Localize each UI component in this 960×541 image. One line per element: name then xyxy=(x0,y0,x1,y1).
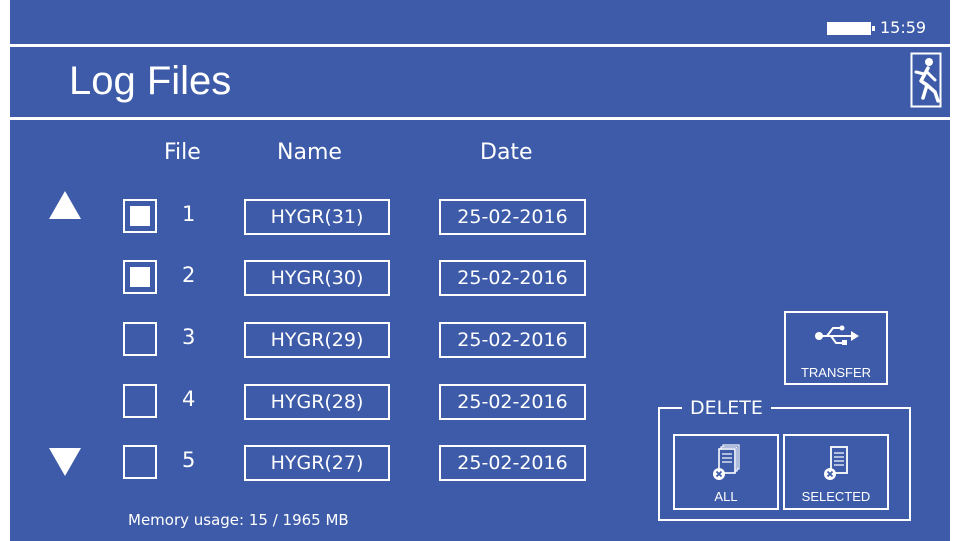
file-number: 5 xyxy=(182,448,196,472)
column-header-name: Name xyxy=(277,140,342,165)
table-row: 5 HYGR(27) 25-02-2016 xyxy=(10,443,650,483)
table-row: 3 HYGR(29) 25-02-2016 xyxy=(10,320,650,360)
file-number: 4 xyxy=(182,387,196,411)
usb-icon xyxy=(815,325,859,345)
column-header-date: Date xyxy=(480,140,533,165)
page-title: Log Files xyxy=(69,59,232,103)
column-header-file: File xyxy=(164,140,201,165)
header-divider-top xyxy=(10,44,950,47)
delete-file-icon xyxy=(824,446,848,480)
delete-all-button[interactable]: ALL xyxy=(673,434,779,510)
table-row: 4 HYGR(28) 25-02-2016 xyxy=(10,382,650,422)
delete-selected-label: SELECTED xyxy=(801,489,871,504)
file-date-cell[interactable]: 25-02-2016 xyxy=(439,384,586,420)
row-checkbox[interactable] xyxy=(123,384,157,418)
row-checkbox[interactable] xyxy=(123,260,157,294)
table-row: 2 HYGR(30) 25-02-2016 xyxy=(10,258,650,298)
file-date-cell[interactable]: 25-02-2016 xyxy=(439,322,586,358)
file-date-cell[interactable]: 25-02-2016 xyxy=(439,199,586,235)
file-name-cell[interactable]: HYGR(31) xyxy=(244,199,390,235)
checkbox-check xyxy=(130,267,150,287)
row-checkbox[interactable] xyxy=(123,322,157,356)
memory-usage: Memory usage: 15 / 1965 MB xyxy=(128,511,349,529)
exit-button[interactable] xyxy=(910,52,942,108)
file-number: 2 xyxy=(182,263,196,287)
delete-selected-button[interactable]: SELECTED xyxy=(783,434,889,510)
transfer-label: TRANSFER xyxy=(800,365,872,380)
file-date-cell[interactable]: 25-02-2016 xyxy=(439,445,586,481)
checkbox-check xyxy=(130,206,150,226)
header-divider-bottom xyxy=(10,117,950,120)
file-number: 1 xyxy=(182,202,196,226)
file-name-cell[interactable]: HYGR(30) xyxy=(244,260,390,296)
file-name-cell[interactable]: HYGR(28) xyxy=(244,384,390,420)
clock: 15:59 xyxy=(880,18,927,37)
delete-group-label: DELETE xyxy=(682,396,771,420)
table-row: 1 HYGR(31) 25-02-2016 xyxy=(10,197,650,237)
log-files-screen: 15:59 Log Files File Name Date 1 HYGR(31… xyxy=(10,0,950,541)
row-checkbox[interactable] xyxy=(123,199,157,233)
transfer-button[interactable]: TRANSFER xyxy=(784,311,888,385)
status-bar: 15:59 xyxy=(10,0,950,44)
file-name-cell[interactable]: HYGR(29) xyxy=(244,322,390,358)
delete-all-files-icon xyxy=(713,444,740,480)
file-name-cell[interactable]: HYGR(27) xyxy=(244,445,390,481)
delete-all-label: ALL xyxy=(714,489,738,504)
battery-icon xyxy=(827,22,875,35)
row-checkbox[interactable] xyxy=(123,445,157,479)
file-date-cell[interactable]: 25-02-2016 xyxy=(439,260,586,296)
file-number: 3 xyxy=(182,325,196,349)
exit-icon xyxy=(910,52,942,108)
